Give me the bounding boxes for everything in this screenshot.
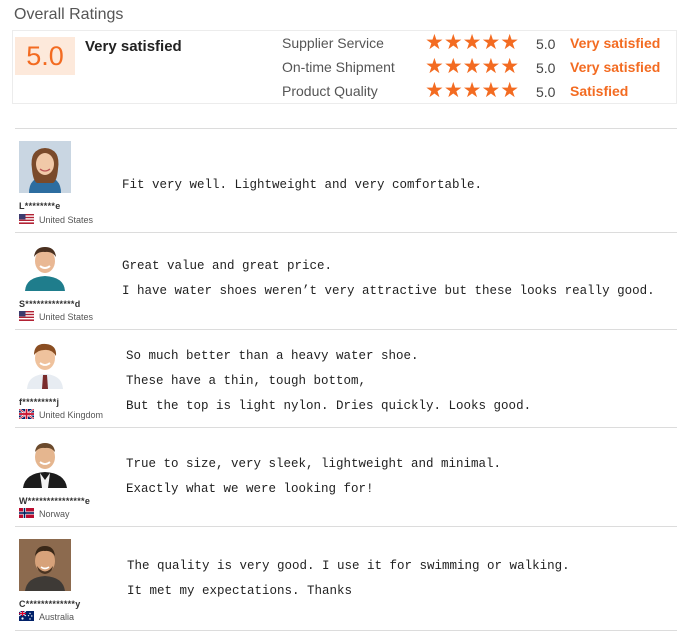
review-line: Exactly what we were looking for!: [126, 482, 374, 496]
reviewer-country: United States: [19, 311, 93, 322]
avatar[interactable]: [19, 337, 71, 389]
reviewer-name: W***************e: [19, 496, 91, 506]
rating-word: Very satisfied: [570, 35, 661, 51]
norway-flag-icon: [19, 508, 34, 518]
review-line: So much better than a heavy water shoe.: [126, 349, 419, 363]
reviewer-name: C*************y: [19, 599, 81, 609]
review-line: Fit very well. Lightweight and very comf…: [122, 178, 483, 192]
rating-word: Satisfied: [570, 83, 629, 99]
overall-score-badge: 5.0: [15, 37, 75, 75]
avatar[interactable]: [19, 539, 71, 591]
rating-value: 5.0: [536, 60, 556, 76]
reviewer-country: Norway: [19, 508, 70, 519]
rating-row-product-quality: Product Quality ★★★★★ 5.0 Satisfied: [282, 79, 677, 103]
review-item: f*********j United Kingdom So much bette…: [15, 329, 677, 428]
country-name: United States: [39, 215, 94, 225]
avatar[interactable]: [19, 141, 71, 193]
rating-value: 5.0: [536, 84, 556, 100]
star-rating-icon: ★★★★★: [425, 31, 520, 54]
country-name: Australia: [39, 612, 75, 622]
review-line: True to size, very sleek, lightweight an…: [126, 457, 502, 471]
star-rating-icon: ★★★★★: [425, 55, 520, 78]
rating-word: Very satisfied: [570, 59, 661, 75]
review-text: Fit very well. Lightweight and very comf…: [122, 173, 482, 198]
avatar[interactable]: [19, 436, 71, 488]
country-name: United States: [39, 312, 94, 322]
review-item: L********e United States Fit very well. …: [15, 128, 677, 233]
review-item: S*************d United States Great valu…: [15, 232, 677, 330]
reviewer-country: Australia: [19, 611, 74, 622]
avatar[interactable]: [19, 239, 71, 291]
review-line: These have a thin, tough bottom,: [126, 374, 367, 388]
australia-flag-icon: [19, 611, 34, 621]
review-line: It met my expectations. Thanks: [127, 584, 353, 598]
rating-value: 5.0: [536, 36, 556, 52]
uk-flag-icon: [19, 409, 34, 419]
rating-label: Product Quality: [282, 83, 378, 99]
rating-label: Supplier Service: [282, 35, 384, 51]
star-rating-icon: ★★★★★: [425, 79, 520, 102]
review-item: C*************y Australia The quality is…: [15, 526, 677, 630]
review-line: The quality is very good. I use it for s…: [127, 559, 570, 573]
review-text: True to size, very sleek, lightweight an…: [126, 452, 501, 502]
reviewer-name: f*********j: [19, 397, 60, 407]
country-name: United Kingdom: [39, 410, 104, 420]
us-flag-icon: [19, 311, 34, 321]
reviewer-country: United States: [19, 214, 93, 225]
list-bottom-divider: [15, 630, 677, 631]
rating-label: On-time Shipment: [282, 59, 395, 75]
page-title: Overall Ratings: [14, 6, 124, 23]
rating-row-on-time-shipment: On-time Shipment ★★★★★ 5.0 Very satisfie…: [282, 55, 677, 79]
review-item: W***************e Norway True to size, v…: [15, 427, 677, 527]
review-text: Great value and great price. I have wate…: [122, 254, 655, 304]
review-line: I have water shoes weren’t very attracti…: [122, 284, 655, 298]
reviewer-country: United Kingdom: [19, 409, 103, 420]
reviewer-name: S*************d: [19, 299, 81, 309]
us-flag-icon: [19, 214, 34, 224]
review-line: But the top is light nylon. Dries quickl…: [126, 399, 532, 413]
review-text: The quality is very good. I use it for s…: [127, 554, 570, 604]
reviewer-name: L********e: [19, 201, 61, 211]
rating-row-supplier-service: Supplier Service ★★★★★ 5.0 Very satisfie…: [282, 31, 677, 55]
review-line: Great value and great price.: [122, 259, 333, 273]
country-name: Norway: [39, 509, 70, 519]
review-text: So much better than a heavy water shoe. …: [126, 344, 531, 419]
overall-score-label: Very satisfied: [85, 38, 182, 55]
